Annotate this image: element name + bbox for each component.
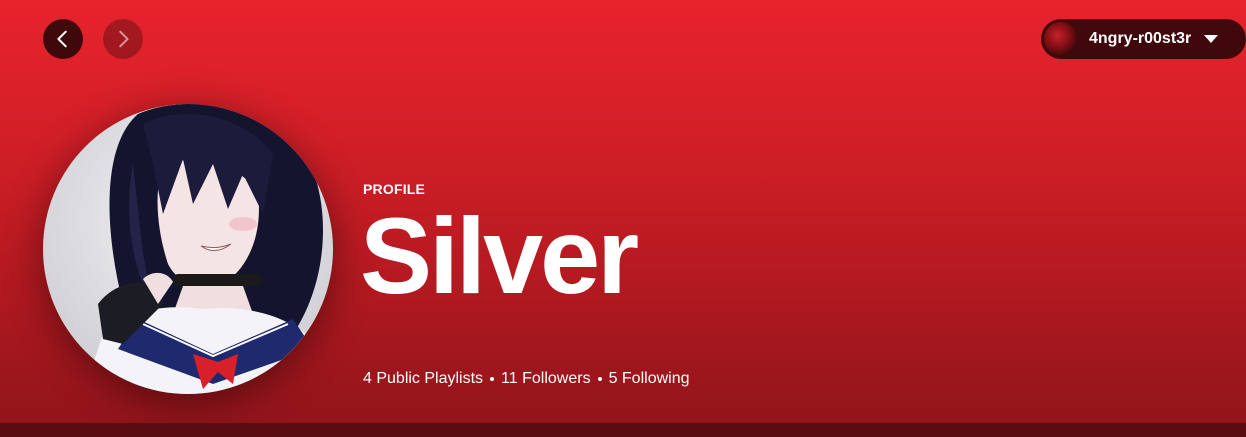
profile-picture bbox=[43, 104, 333, 394]
separator-dot bbox=[490, 377, 495, 381]
back-button[interactable] bbox=[43, 19, 83, 59]
following-link[interactable]: 5 Following bbox=[609, 370, 690, 388]
user-name: 4ngry-r00st3r bbox=[1089, 30, 1192, 47]
profile-header: 4ngry-r00st3r PROFILE Silver 4 Public Pl… bbox=[0, 0, 1246, 437]
profile-name: Silver bbox=[360, 195, 639, 316]
content-area-edge bbox=[0, 423, 1246, 437]
chevron-right-icon bbox=[119, 30, 129, 48]
followers-link[interactable]: 11 Followers bbox=[501, 370, 591, 388]
chevron-down-icon bbox=[1204, 35, 1219, 43]
separator-dot bbox=[597, 377, 602, 381]
forward-button[interactable] bbox=[103, 19, 143, 59]
public-playlists-count: 4 Public Playlists bbox=[363, 370, 484, 387]
user-menu-button[interactable]: 4ngry-r00st3r bbox=[1041, 19, 1246, 59]
chevron-left-icon bbox=[57, 30, 67, 48]
profile-stats: 4 Public Playlists 11 Followers 5 Follow… bbox=[363, 370, 690, 388]
user-avatar bbox=[1044, 22, 1078, 56]
profile-avatar[interactable] bbox=[43, 104, 333, 394]
